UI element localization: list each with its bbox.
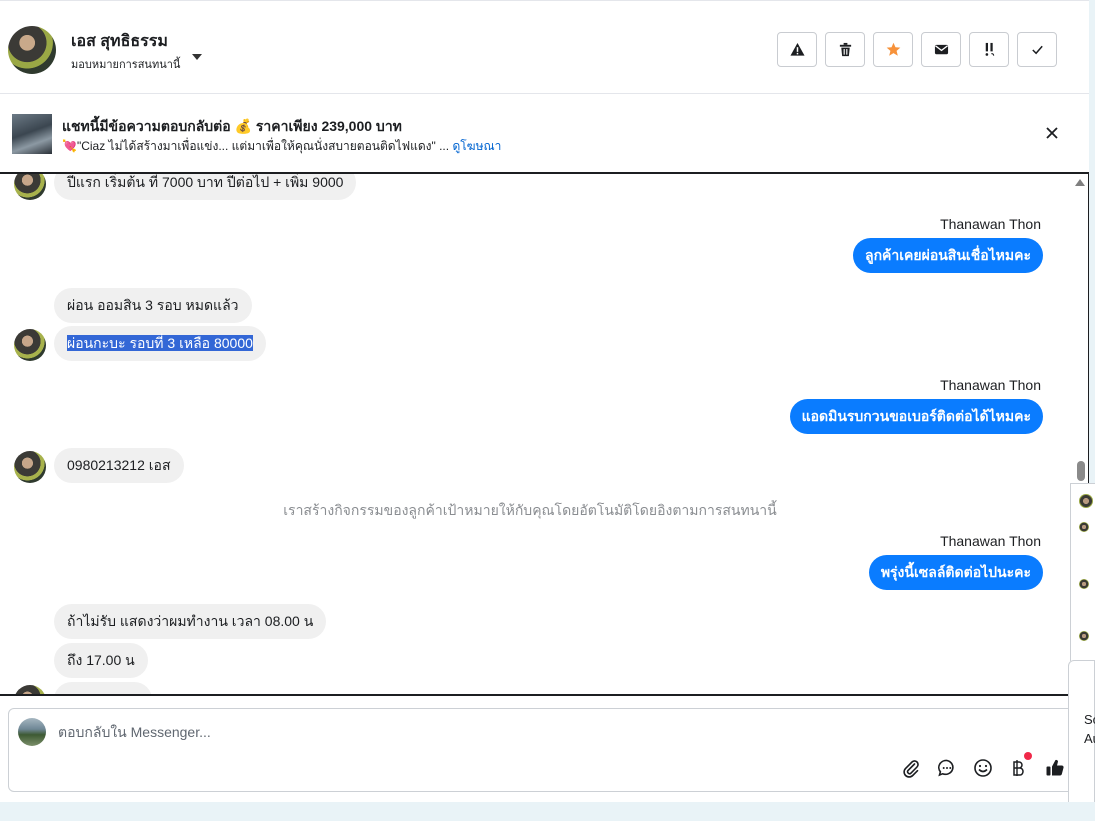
side-card-text: Au — [1084, 731, 1095, 746]
sender-name: Thanawan Thon — [940, 216, 1041, 232]
contact-name[interactable]: เอส สุทธิธรรม — [71, 29, 168, 54]
chevron-down-icon[interactable] — [192, 54, 202, 60]
sender-name: Thanawan Thon — [940, 533, 1041, 549]
warning-icon — [789, 42, 805, 56]
incoming-message[interactable]: ปีแรก เริ่มต้น ที่ 7000 บาท ปีต่อไป + เพ… — [54, 174, 357, 200]
thumbs-up-icon — [1046, 759, 1064, 776]
saved-replies-button[interactable] — [936, 757, 958, 779]
incoming-message[interactable]: ผ่อนกะบะ รอบที่ 3 เหลือ 80000 — [54, 326, 266, 361]
checkmark-icon — [1031, 45, 1043, 55]
notification-dot — [1024, 752, 1032, 760]
incoming-message-partial[interactable] — [54, 682, 152, 694]
mark-spam-button[interactable] — [777, 32, 817, 67]
mail-icon — [934, 44, 948, 55]
sender-name: Thanawan Thon — [940, 377, 1041, 393]
ad-thumbnail[interactable] — [12, 114, 52, 154]
close-icon[interactable] — [1043, 124, 1061, 142]
composer-area — [0, 696, 1088, 802]
baht-icon — [1013, 760, 1024, 776]
like-button[interactable] — [1044, 757, 1066, 779]
conversation-avatar[interactable] — [1079, 522, 1089, 532]
contact-message-avatar — [14, 685, 46, 694]
page-footer-background — [0, 802, 1095, 821]
assign-conversation-label[interactable]: มอบหมายการสนทนานี้ — [71, 55, 180, 73]
outgoing-message[interactable]: แอดมินรบกวนขอเบอร์ติดต่อได้ไหมคะ — [789, 399, 1043, 434]
ad-reply-banner: แชทนี้มีข้อความตอบกลับต่อ 💰 ราคาเพียง 23… — [0, 94, 1089, 174]
view-ad-link[interactable]: ดูโฆษณา — [452, 139, 501, 153]
outgoing-message[interactable]: ลูกค้าเคยผ่อนสินเชื่อไหมคะ — [852, 238, 1043, 273]
contact-message-avatar — [14, 174, 46, 200]
attach-button[interactable] — [900, 757, 922, 779]
follow-up-button[interactable] — [969, 32, 1009, 67]
emoji-icon — [974, 759, 992, 777]
outgoing-message[interactable]: พรุ่งนี้เซลล์ติดต่อไปนะคะ — [868, 555, 1043, 590]
scroll-up-arrow[interactable] — [1075, 179, 1085, 186]
incoming-message[interactable]: ผ่อน ออมสิน 3 รอบ หมดแล้ว — [54, 288, 252, 323]
mark-done-button[interactable] — [1017, 32, 1057, 67]
incoming-message[interactable]: ถ้าไม่รับ แสดงว่าผมทำงาน เวลา 08.00 น — [54, 604, 327, 639]
star-button[interactable] — [873, 32, 913, 67]
delete-button[interactable] — [825, 32, 865, 67]
conversation-header: เอส สุทธิธรรม มอบหมายการสนทนานี้ — [0, 0, 1089, 94]
contact-avatar[interactable] — [8, 26, 56, 74]
payment-button[interactable] — [1007, 757, 1029, 779]
ad-subtitle: 💘"Ciaz ไม่ได้สร้างมาเพื่อแข่ง... แต่มาเพ… — [62, 137, 501, 156]
emoji-button[interactable] — [972, 757, 994, 779]
contact-message-avatar — [14, 451, 46, 483]
trash-icon — [839, 42, 851, 57]
page-avatar — [18, 718, 46, 746]
system-notice: เราสร้างกิจกรรมของลูกค้าเป้าหมายให้กับคุ… — [283, 502, 777, 518]
ad-title: แชทนี้มีข้อความตอบกลับต่อ 💰 ราคาเพียง 23… — [62, 118, 402, 134]
reply-input[interactable] — [58, 724, 758, 740]
incoming-message[interactable]: ถึง 17.00 น — [54, 643, 148, 678]
star-icon — [886, 42, 900, 56]
conversation-avatar[interactable] — [1079, 579, 1089, 589]
conversation-avatar[interactable] — [1079, 494, 1093, 508]
conversation-avatar[interactable] — [1079, 631, 1089, 641]
selected-text: ผ่อนกะบะ รอบที่ 3 เหลือ 80000 — [67, 335, 253, 351]
ad-caption: 💘"Ciaz ไม่ได้สร้างมาเพื่อแข่ง... แต่มาเพ… — [62, 139, 450, 153]
reply-composer[interactable] — [8, 708, 1088, 792]
follow-up-icon — [985, 42, 994, 56]
message-thread[interactable]: ปีแรก เริ่มต้น ที่ 7000 บาท ปีต่อไป + เพ… — [0, 174, 1089, 696]
chat-bubble-icon — [938, 759, 954, 777]
scroll-thumb[interactable] — [1077, 461, 1085, 481]
paperclip-icon — [903, 760, 919, 778]
side-card-text: So — [1084, 712, 1095, 727]
page-background — [1089, 0, 1095, 483]
side-conversation-list[interactable] — [1070, 483, 1095, 661]
mark-unread-button[interactable] — [921, 32, 961, 67]
incoming-message[interactable]: 0980213212 เอส — [54, 448, 184, 483]
side-popup-card[interactable]: So Au — [1068, 660, 1095, 818]
contact-message-avatar — [14, 329, 46, 361]
